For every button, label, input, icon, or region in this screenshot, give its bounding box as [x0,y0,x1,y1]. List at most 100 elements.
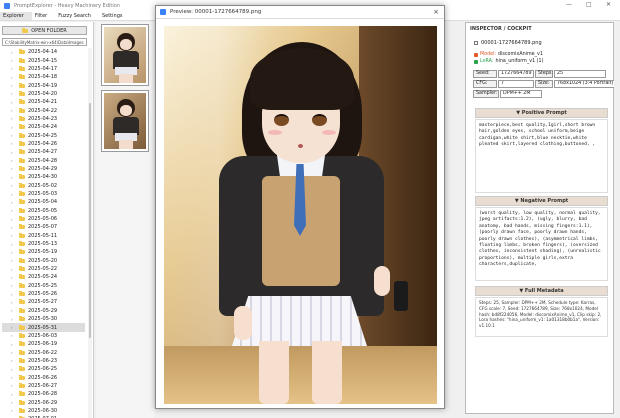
folder-item[interactable]: › 2025-04-20 [2,90,85,98]
cfg-value[interactable]: 7 [498,80,534,88]
chevron-right-icon[interactable]: › [11,66,16,71]
chevron-right-icon[interactable]: › [11,50,16,55]
folder-item[interactable]: › 2025-05-13 [2,240,85,248]
folder-tree-scrollbar[interactable] [88,48,92,418]
chevron-right-icon[interactable]: › [11,158,16,163]
chevron-right-icon[interactable]: › [11,300,16,305]
inspector-scrollbar[interactable] [614,22,620,414]
menu-filter[interactable]: Filter [32,12,55,20]
chevron-right-icon[interactable]: › [11,83,16,88]
seed-value[interactable]: 1727664789 [498,70,534,78]
folder-item[interactable]: › 2025-04-29 [2,165,85,173]
chevron-right-icon[interactable]: › [11,225,16,230]
folder-item[interactable]: › 2025-04-24 [2,123,85,131]
full-metadata-text[interactable]: Steps: 25, Sampler: DPM++ 2M, Schedule t… [475,297,608,337]
chevron-right-icon[interactable]: › [11,375,16,380]
menu-settings[interactable]: Settings [99,12,131,20]
chevron-right-icon[interactable]: › [11,400,16,405]
chevron-right-icon[interactable]: › [11,367,16,372]
chevron-right-icon[interactable]: › [11,150,16,155]
folder-item[interactable]: › 2025-06-27 [2,382,85,390]
folder-item[interactable]: › 2025-05-27 [2,298,85,306]
scrollbar-thumb[interactable] [89,103,91,338]
minimize-icon[interactable]: — [566,1,572,8]
thumbnail-2[interactable] [101,90,149,152]
folder-item[interactable]: › 2025-05-04 [2,198,85,206]
folder-item[interactable]: › 2025-06-26 [2,373,85,381]
folder-item[interactable]: › 2025-05-05 [2,207,85,215]
menu-fuzzy-search[interactable]: Fuzzy Search [55,12,99,20]
chevron-right-icon[interactable]: › [11,125,16,130]
steps-value[interactable]: 25 [554,70,606,78]
folder-item[interactable]: › 2025-05-02 [2,182,85,190]
folder-item[interactable]: › 2025-05-30 [2,315,85,323]
chevron-right-icon[interactable]: › [11,392,16,397]
chevron-right-icon[interactable]: › [11,267,16,272]
folder-item[interactable]: › 2025-04-30 [2,173,85,181]
full-metadata-header[interactable]: ▼ Full Metadata [475,286,608,296]
chevron-right-icon[interactable]: › [11,258,16,263]
sampler-value[interactable]: DPM++ 2M [500,90,542,98]
chevron-right-icon[interactable]: › [11,242,16,247]
folder-item[interactable]: › 2025-05-19 [2,248,85,256]
chevron-right-icon[interactable]: › [11,383,16,388]
chevron-right-icon[interactable]: › [11,292,16,297]
size-value[interactable]: 768x1024 (3:4 Portrait) [554,80,617,88]
chevron-right-icon[interactable]: › [11,250,16,255]
chevron-right-icon[interactable]: › [11,192,16,197]
chevron-right-icon[interactable]: › [11,342,16,347]
chevron-right-icon[interactable]: › [11,317,16,322]
positive-prompt-text[interactable]: masterpiece,best quality,1girl,short bro… [475,119,608,193]
folder-item[interactable]: › 2025-06-22 [2,348,85,356]
chevron-right-icon[interactable]: › [11,141,16,146]
folder-item[interactable]: › 2025-04-18 [2,73,85,81]
folder-item[interactable]: › 2025-05-24 [2,273,85,281]
folder-item[interactable]: › 2025-05-20 [2,257,85,265]
chevron-right-icon[interactable]: › [11,358,16,363]
folder-item[interactable]: › 2025-06-25 [2,365,85,373]
chevron-right-icon[interactable]: › [11,75,16,80]
folder-path-field[interactable]: C:\StabilityMatrix-win-x64\Data\Images [2,38,87,46]
folder-item[interactable]: › 2025-04-19 [2,81,85,89]
folder-item[interactable]: › 2025-05-07 [2,223,85,231]
negative-prompt-header[interactable]: ▼ Negative Prompt [475,196,608,206]
chevron-right-icon[interactable]: › [11,350,16,355]
folder-item[interactable]: › 2025-06-29 [2,398,85,406]
chevron-right-icon[interactable]: › [11,325,16,330]
chevron-right-icon[interactable]: › [11,283,16,288]
chevron-right-icon[interactable]: › [11,133,16,138]
folder-item[interactable]: › 2025-04-22 [2,106,85,114]
chevron-right-icon[interactable]: › [11,91,16,96]
chevron-right-icon[interactable]: › [11,233,16,238]
folder-item[interactable]: › 2025-05-25 [2,282,85,290]
folder-item[interactable]: › 2025-06-03 [2,332,85,340]
folder-item[interactable]: › 2025-05-06 [2,215,85,223]
folder-item[interactable]: › 2025-05-29 [2,307,85,315]
folder-item[interactable]: › 2025-04-25 [2,131,85,139]
folder-item[interactable]: › 2025-05-26 [2,290,85,298]
chevron-right-icon[interactable]: › [11,308,16,313]
close-preview-icon[interactable]: × [433,8,439,16]
folder-item[interactable]: › 2025-04-15 [2,56,85,64]
chevron-right-icon[interactable]: › [11,200,16,205]
folder-item[interactable]: › 2025-04-27 [2,148,85,156]
folder-item[interactable]: › 2025-06-23 [2,357,85,365]
folder-item[interactable]: › 2025-06-30 [2,407,85,415]
chevron-right-icon[interactable]: › [11,275,16,280]
negative-prompt-text[interactable]: (worst quality, low quality, normal qual… [475,207,608,281]
folder-item[interactable]: › 2025-04-28 [2,156,85,164]
chevron-right-icon[interactable]: › [11,208,16,213]
chevron-right-icon[interactable]: › [11,100,16,105]
chevron-right-icon[interactable]: › [11,175,16,180]
folder-item[interactable]: › 2025-05-31 [2,323,85,332]
folder-item[interactable]: › 2025-05-22 [2,265,85,273]
chevron-right-icon[interactable]: › [11,108,16,113]
folder-item[interactable]: › 2025-04-21 [2,98,85,106]
positive-prompt-header[interactable]: ▼ Positive Prompt [475,108,608,118]
chevron-right-icon[interactable]: › [11,408,16,413]
maximize-icon[interactable]: □ [586,1,592,8]
folder-item[interactable]: › 2025-04-17 [2,65,85,73]
chevron-right-icon[interactable]: › [11,116,16,121]
folder-item[interactable]: › 2025-04-23 [2,115,85,123]
chevron-right-icon[interactable]: › [11,217,16,222]
